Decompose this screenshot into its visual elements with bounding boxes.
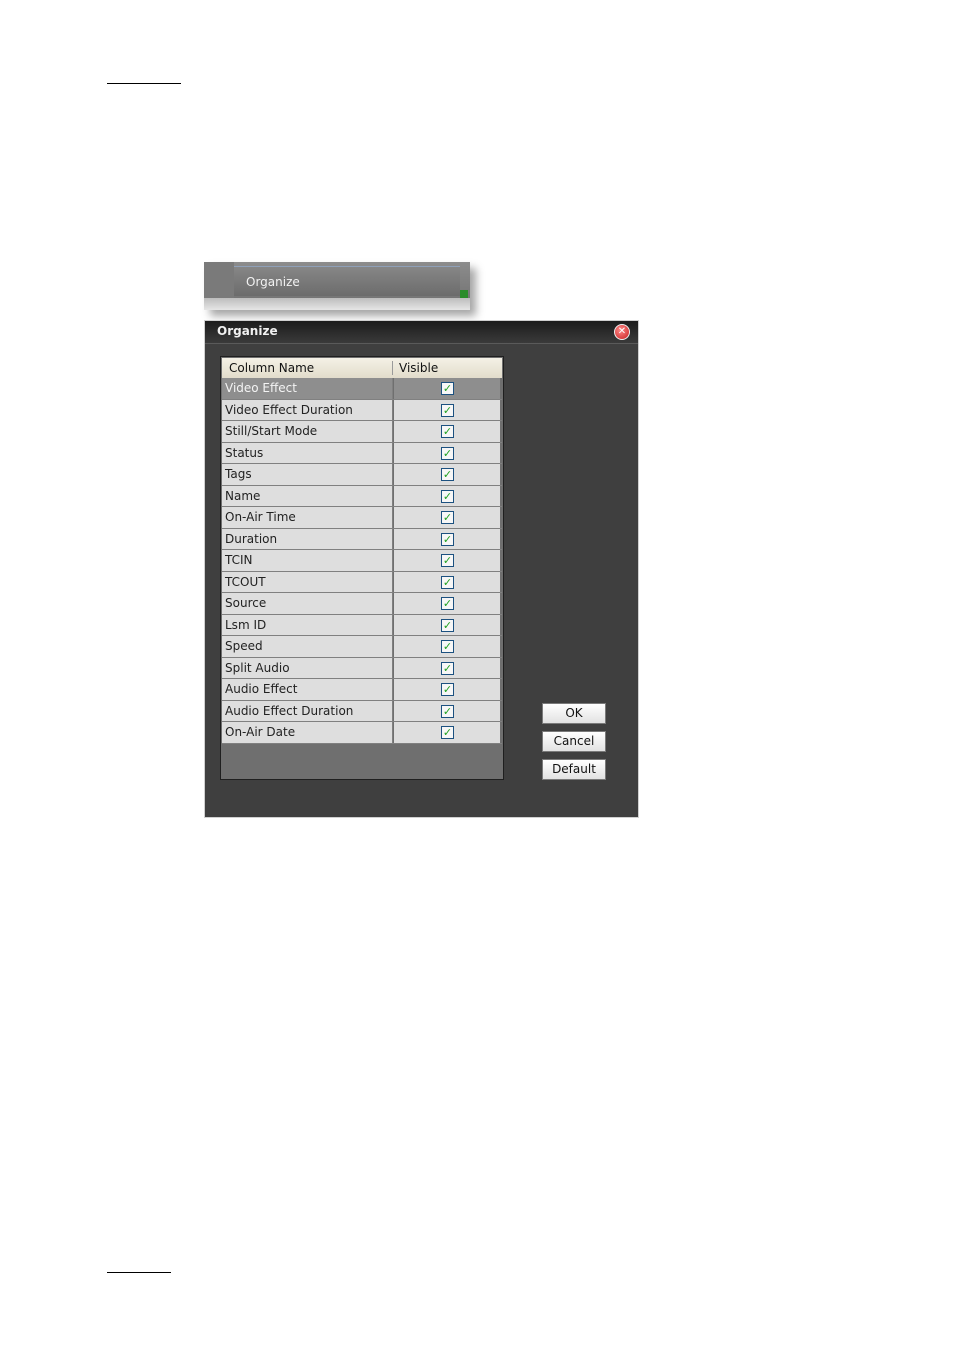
visible-checkbox[interactable]: ✓ bbox=[441, 661, 454, 675]
column-name-cell[interactable]: Speed bbox=[222, 636, 393, 657]
column-name-cell[interactable]: Lsm ID bbox=[222, 614, 393, 635]
visible-cell: ✓ bbox=[394, 378, 500, 399]
table-row[interactable]: Video Effect ✓ bbox=[222, 378, 502, 400]
status-indicator bbox=[460, 290, 468, 298]
visible-cell: ✓ bbox=[394, 507, 500, 528]
table-row[interactable]: Source ✓ bbox=[222, 593, 502, 615]
column-name-cell[interactable]: Video Effect Duration bbox=[222, 399, 393, 420]
table-row[interactable]: Audio Effect Duration ✓ bbox=[222, 700, 502, 722]
columns-table: Column Name Visible Video Effect ✓ Video E… bbox=[220, 356, 504, 780]
visible-checkbox[interactable]: ✓ bbox=[441, 403, 454, 417]
visible-checkbox[interactable]: ✓ bbox=[441, 683, 454, 696]
table-row[interactable]: Video Effect Duration ✓ bbox=[222, 399, 502, 421]
dialog-title: Organize bbox=[217, 324, 278, 338]
column-name-cell[interactable]: Tags bbox=[222, 464, 393, 485]
menu-bottom-strip bbox=[204, 298, 470, 310]
visible-checkbox[interactable]: ✓ bbox=[441, 446, 454, 460]
visible-checkbox[interactable]: ✓ bbox=[441, 640, 454, 653]
visible-checkbox[interactable]: ✓ bbox=[441, 597, 454, 610]
visible-cell: ✓ bbox=[394, 614, 500, 635]
column-name-cell[interactable]: Audio Effect Duration bbox=[222, 700, 393, 721]
visible-cell: ✓ bbox=[394, 528, 500, 549]
table-row[interactable]: Audio Effect ✓ bbox=[222, 679, 502, 701]
table-row[interactable]: Speed ✓ bbox=[222, 636, 502, 658]
table-row[interactable]: Lsm ID ✓ bbox=[222, 614, 502, 636]
visible-cell: ✓ bbox=[394, 485, 500, 506]
visible-cell: ✓ bbox=[394, 421, 500, 442]
visible-checkbox[interactable]: ✓ bbox=[441, 554, 454, 567]
table-row[interactable]: Split Audio ✓ bbox=[222, 657, 502, 679]
table-header: Column Name Visible bbox=[222, 358, 502, 378]
column-name-cell[interactable]: Source bbox=[222, 593, 393, 614]
column-name-cell[interactable]: Name bbox=[222, 485, 393, 506]
cancel-button[interactable]: Cancel bbox=[542, 731, 606, 752]
header-divider[interactable] bbox=[392, 361, 393, 375]
column-name-cell[interactable]: On-Air Time bbox=[222, 507, 393, 528]
table-row[interactable]: On-Air Time ✓ bbox=[222, 507, 502, 529]
table-row[interactable]: TCIN ✓ bbox=[222, 550, 502, 572]
close-icon[interactable]: ✕ bbox=[614, 324, 630, 340]
visible-checkbox[interactable]: ✓ bbox=[441, 425, 454, 438]
visible-checkbox[interactable]: ✓ bbox=[441, 468, 454, 481]
column-name-cell[interactable]: Video Effect bbox=[222, 378, 393, 399]
visible-checkbox[interactable]: ✓ bbox=[441, 575, 454, 589]
menu-gutter bbox=[204, 262, 234, 298]
column-name-cell[interactable]: TCOUT bbox=[222, 571, 393, 592]
visible-cell: ✓ bbox=[394, 700, 500, 721]
visible-cell: ✓ bbox=[394, 636, 500, 657]
ok-button[interactable]: OK bbox=[542, 703, 606, 724]
organize-dialog: Organize ✕ Column Name Visible Video Eff… bbox=[204, 320, 639, 818]
context-menu-fragment: Organize bbox=[204, 262, 470, 310]
default-button[interactable]: Default bbox=[542, 759, 606, 780]
dialog-titlebar: Organize ✕ bbox=[205, 321, 638, 344]
visible-cell: ✓ bbox=[394, 657, 500, 678]
visible-checkbox[interactable]: ✓ bbox=[441, 382, 454, 395]
column-header-visible[interactable]: Visible bbox=[399, 361, 438, 375]
visible-checkbox[interactable]: ✓ bbox=[441, 511, 454, 524]
visible-cell: ✓ bbox=[394, 399, 500, 420]
table-row[interactable]: On-Air Date ✓ bbox=[222, 722, 502, 744]
table-row[interactable]: TCOUT ✓ bbox=[222, 571, 502, 593]
top-rule bbox=[107, 83, 181, 84]
visible-cell: ✓ bbox=[394, 679, 500, 700]
visible-cell: ✓ bbox=[394, 722, 500, 743]
column-name-cell[interactable]: On-Air Date bbox=[222, 722, 393, 743]
visible-cell: ✓ bbox=[394, 550, 500, 571]
column-name-cell[interactable]: Still/Start Mode bbox=[222, 421, 393, 442]
visible-checkbox[interactable]: ✓ bbox=[441, 489, 454, 503]
visible-cell: ✓ bbox=[394, 464, 500, 485]
column-name-cell[interactable]: TCIN bbox=[222, 550, 393, 571]
visible-cell: ✓ bbox=[394, 571, 500, 592]
bottom-rule bbox=[107, 1272, 171, 1273]
column-name-cell[interactable]: Split Audio bbox=[222, 657, 393, 678]
menu-item-organize[interactable]: Organize bbox=[234, 266, 460, 296]
visible-checkbox[interactable]: ✓ bbox=[441, 726, 454, 739]
column-name-cell[interactable]: Audio Effect bbox=[222, 679, 393, 700]
column-name-cell[interactable]: Status bbox=[222, 442, 393, 463]
visible-cell: ✓ bbox=[394, 442, 500, 463]
visible-checkbox[interactable]: ✓ bbox=[441, 618, 454, 632]
table-row[interactable]: Name ✓ bbox=[222, 485, 502, 507]
table-body: Video Effect ✓ Video Effect Duration ✓ Still… bbox=[222, 378, 502, 744]
table-row[interactable]: Duration ✓ bbox=[222, 528, 502, 550]
column-name-cell[interactable]: Duration bbox=[222, 528, 393, 549]
table-row[interactable]: Tags ✓ bbox=[222, 464, 502, 486]
table-row[interactable]: Status ✓ bbox=[222, 442, 502, 464]
visible-checkbox[interactable]: ✓ bbox=[441, 704, 454, 718]
column-header-name[interactable]: Column Name bbox=[229, 361, 314, 375]
visible-cell: ✓ bbox=[394, 593, 500, 614]
table-row[interactable]: Still/Start Mode ✓ bbox=[222, 421, 502, 443]
visible-checkbox[interactable]: ✓ bbox=[441, 532, 454, 546]
